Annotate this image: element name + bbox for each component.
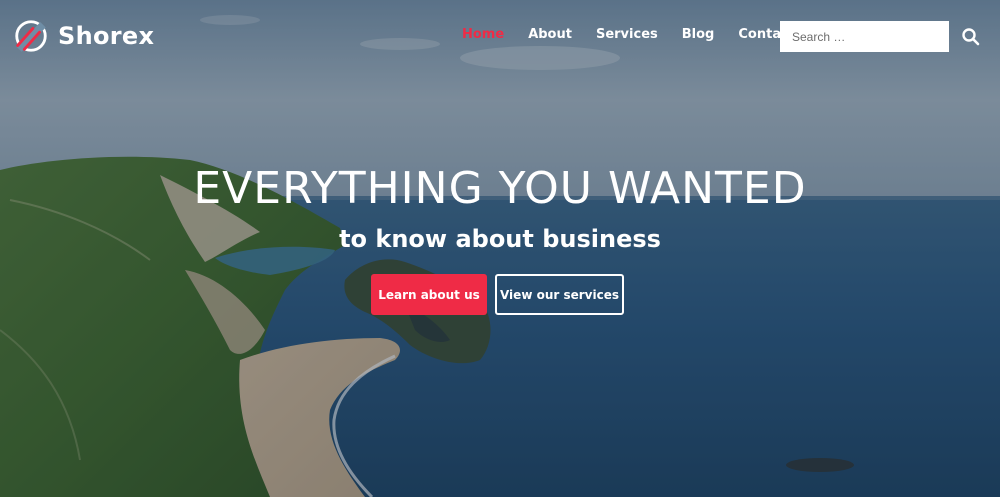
site-header: Shorex Home About Services Blog Contacts: [0, 0, 1000, 74]
nav-item-blog[interactable]: Blog: [682, 27, 715, 42]
main-nav: Home About Services Blog Contacts: [462, 27, 827, 42]
brand-logo[interactable]: Shorex: [12, 16, 154, 56]
nav-item-services[interactable]: Services: [596, 27, 658, 42]
search-icon[interactable]: [961, 27, 981, 47]
hero-section: Shorex Home About Services Blog Contacts…: [0, 0, 1000, 497]
hero-headline: EVERYTHING YOU WANTED: [193, 163, 807, 214]
brand-name: Shorex: [58, 22, 155, 50]
nav-item-about[interactable]: About: [528, 27, 572, 42]
view-our-services-button[interactable]: View our services: [495, 274, 624, 315]
search-input[interactable]: [780, 21, 949, 52]
brand-logo-icon: [15, 20, 47, 52]
nav-item-home[interactable]: Home: [462, 27, 504, 42]
hero-subheadline: to know about business: [339, 225, 661, 253]
learn-about-us-button[interactable]: Learn about us: [371, 274, 487, 315]
